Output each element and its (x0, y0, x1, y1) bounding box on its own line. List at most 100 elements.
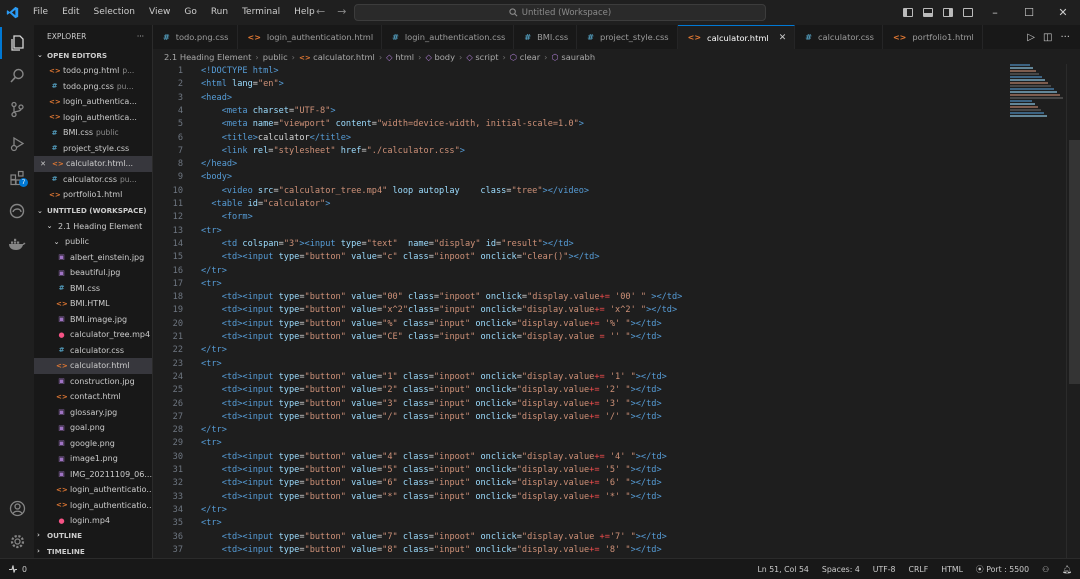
open-editor-item[interactable]: # calculator.css pu... (34, 172, 152, 188)
customize-layout-icon[interactable] (958, 8, 978, 17)
tab-todo-png-css[interactable]: # todo.png.css (153, 25, 238, 49)
file-item[interactable]: <> calculator.html (34, 358, 152, 374)
menu-item-view[interactable]: View (142, 0, 177, 25)
source-control-icon[interactable] (0, 93, 34, 125)
folder-heading-element[interactable]: ⌄ 2.1 Heading Element (34, 219, 152, 235)
toggle-panel-icon[interactable] (918, 8, 938, 17)
file-name: construction.jpg (70, 376, 135, 386)
language-mode[interactable]: HTML (941, 565, 963, 574)
file-item[interactable]: ▣ google.png (34, 436, 152, 452)
live-server-port[interactable]: ⦿ Port : 5500 (976, 564, 1029, 575)
code-token: <tr> (201, 438, 222, 449)
account-icon[interactable] (0, 492, 34, 524)
folder-public[interactable]: ⌄ public (34, 234, 152, 250)
timeline-section[interactable]: › TIMELINE (34, 543, 152, 558)
file-item[interactable]: ▣ beautiful.jpg (34, 265, 152, 281)
more-actions-icon[interactable]: ··· (137, 32, 144, 41)
file-item[interactable]: # BMI.css (34, 281, 152, 297)
file-item[interactable]: ▣ goal.png (34, 420, 152, 436)
run-icon[interactable]: ▷ (1027, 32, 1035, 43)
breadcrumb-item[interactable]: ◇ html (386, 52, 414, 62)
tab-bmi-css[interactable]: # BMI.css (514, 25, 578, 49)
breadcrumb-item[interactable]: 2.1 Heading Element (164, 52, 251, 62)
breadcrumb-item[interactable]: ⬡ saurabh (552, 52, 596, 62)
file-item[interactable]: <> login_authenticatio... (34, 498, 152, 514)
problems-indicator[interactable]: 0 (0, 564, 27, 574)
more-actions-icon[interactable]: ··· (1060, 32, 1070, 43)
menu-item-edit[interactable]: Edit (55, 0, 86, 25)
docker-icon[interactable] (0, 229, 34, 261)
open-editors-section[interactable]: ⌄ OPEN EDITORS (34, 47, 152, 63)
tab-login-authentication-css[interactable]: # login_authentication.css (382, 25, 515, 49)
file-item[interactable]: # calculator.css (34, 343, 152, 359)
tab-calculator-html[interactable]: <> calculator.html ✕ (677, 25, 796, 49)
minimap-row (1010, 115, 1047, 117)
end-of-line[interactable]: CRLF (909, 565, 929, 574)
menu-item-selection[interactable]: Selection (87, 0, 142, 25)
code-token: > (278, 79, 284, 90)
close-icon[interactable]: ✕ (37, 160, 49, 168)
indentation[interactable]: Spaces: 4 (822, 565, 860, 574)
breadcrumb-item[interactable]: public (263, 52, 288, 62)
breadcrumb-item[interactable]: ⬡ clear (510, 52, 540, 62)
file-item[interactable]: ▣ IMG_20211109_06... (34, 467, 152, 483)
back-arrow-icon[interactable]: ← (316, 5, 325, 18)
breadcrumb-item[interactable]: <> calculator.html (299, 52, 375, 62)
file-item[interactable]: <> contact.html (34, 389, 152, 405)
accounts-icon[interactable]: ⚇ (1042, 565, 1049, 574)
open-editor-item[interactable]: <> portfolio1.html (34, 187, 152, 203)
scrollbar-thumb[interactable] (1069, 140, 1080, 384)
open-editor-item[interactable]: # project_style.css (34, 141, 152, 157)
edge-devtools-icon[interactable] (0, 195, 34, 227)
file-item[interactable]: ▣ image1.png (34, 451, 152, 467)
file-item[interactable]: <> login_authenticatio... (34, 482, 152, 498)
cursor-position[interactable]: Ln 51, Col 54 (757, 565, 808, 574)
run-debug-icon[interactable] (0, 127, 34, 159)
close-window-button[interactable]: ✕ (1046, 6, 1080, 19)
breadcrumb-item[interactable]: ◇ script (466, 52, 498, 62)
tab-login-authentication-html[interactable]: <> login_authentication.html (237, 25, 383, 49)
file-item[interactable]: ▣ construction.jpg (34, 374, 152, 390)
code-token: </tr> (201, 265, 227, 276)
tab-project-style-css[interactable]: # project_style.css (577, 25, 678, 49)
menu-item-file[interactable]: File (26, 0, 55, 25)
breadcrumb-item[interactable]: ◇ body (425, 52, 455, 62)
line-number: 2 (177, 79, 183, 90)
code-editor[interactable]: 1 <!DOCTYPE html> 2 <html lang="en"> 3 <head>… (153, 64, 1080, 558)
open-editor-item[interactable]: ✕ <> calculator.html... (34, 156, 152, 172)
workspace-section[interactable]: ⌄ UNTITLED (WORKSPACE) (34, 203, 152, 219)
minimize-button[interactable]: – (978, 6, 1012, 19)
file-item[interactable]: <> BMI.HTML (34, 296, 152, 312)
menu-item-terminal[interactable]: Terminal (235, 0, 287, 25)
open-editor-item[interactable]: <> login_authentica... (34, 110, 152, 126)
open-editor-item[interactable]: <> login_authentica... (34, 94, 152, 110)
extensions-icon[interactable]: 7 (0, 161, 34, 193)
minimap[interactable] (1010, 64, 1066, 124)
file-item[interactable]: ● calculator_tree.mp4 (34, 327, 152, 343)
manage-gear-icon[interactable] (0, 525, 34, 557)
tab-calculator-css[interactable]: # calculator.css (795, 25, 883, 49)
search-icon[interactable] (0, 59, 34, 91)
command-center-search[interactable]: Untitled (Workspace) (354, 4, 766, 21)
file-item[interactable]: ▣ BMI.image.jpg (34, 312, 152, 328)
open-editor-item[interactable]: <> todo.png.html p... (34, 63, 152, 79)
open-editor-item[interactable]: # BMI.css public (34, 125, 152, 141)
split-editor-icon[interactable]: ◫ (1043, 32, 1052, 43)
vertical-scrollbar[interactable] (1066, 64, 1080, 558)
notifications-bell-icon[interactable]: 🔔︎ (1062, 565, 1072, 574)
explorer-icon[interactable] (0, 27, 34, 59)
file-item[interactable]: ▣ glossary.jpg (34, 405, 152, 421)
close-tab-icon[interactable]: ✕ (779, 33, 787, 43)
toggle-sidebar-icon[interactable] (898, 8, 918, 17)
menu-item-go[interactable]: Go (177, 0, 203, 25)
menu-item-run[interactable]: Run (204, 0, 235, 25)
forward-arrow-icon[interactable]: → (337, 5, 346, 18)
file-item[interactable]: ▣ albert_einstein.jpg (34, 250, 152, 266)
tab-portfolio1-html[interactable]: <> portfolio1.html (882, 25, 983, 49)
encoding[interactable]: UTF-8 (873, 565, 896, 574)
maximize-button[interactable]: ☐ (1012, 6, 1046, 19)
code-token: > (578, 119, 584, 130)
toggle-secondary-sidebar-icon[interactable] (938, 8, 958, 17)
outline-section[interactable]: › OUTLINE (34, 527, 152, 543)
open-editor-item[interactable]: # todo.png.css pu... (34, 79, 152, 95)
